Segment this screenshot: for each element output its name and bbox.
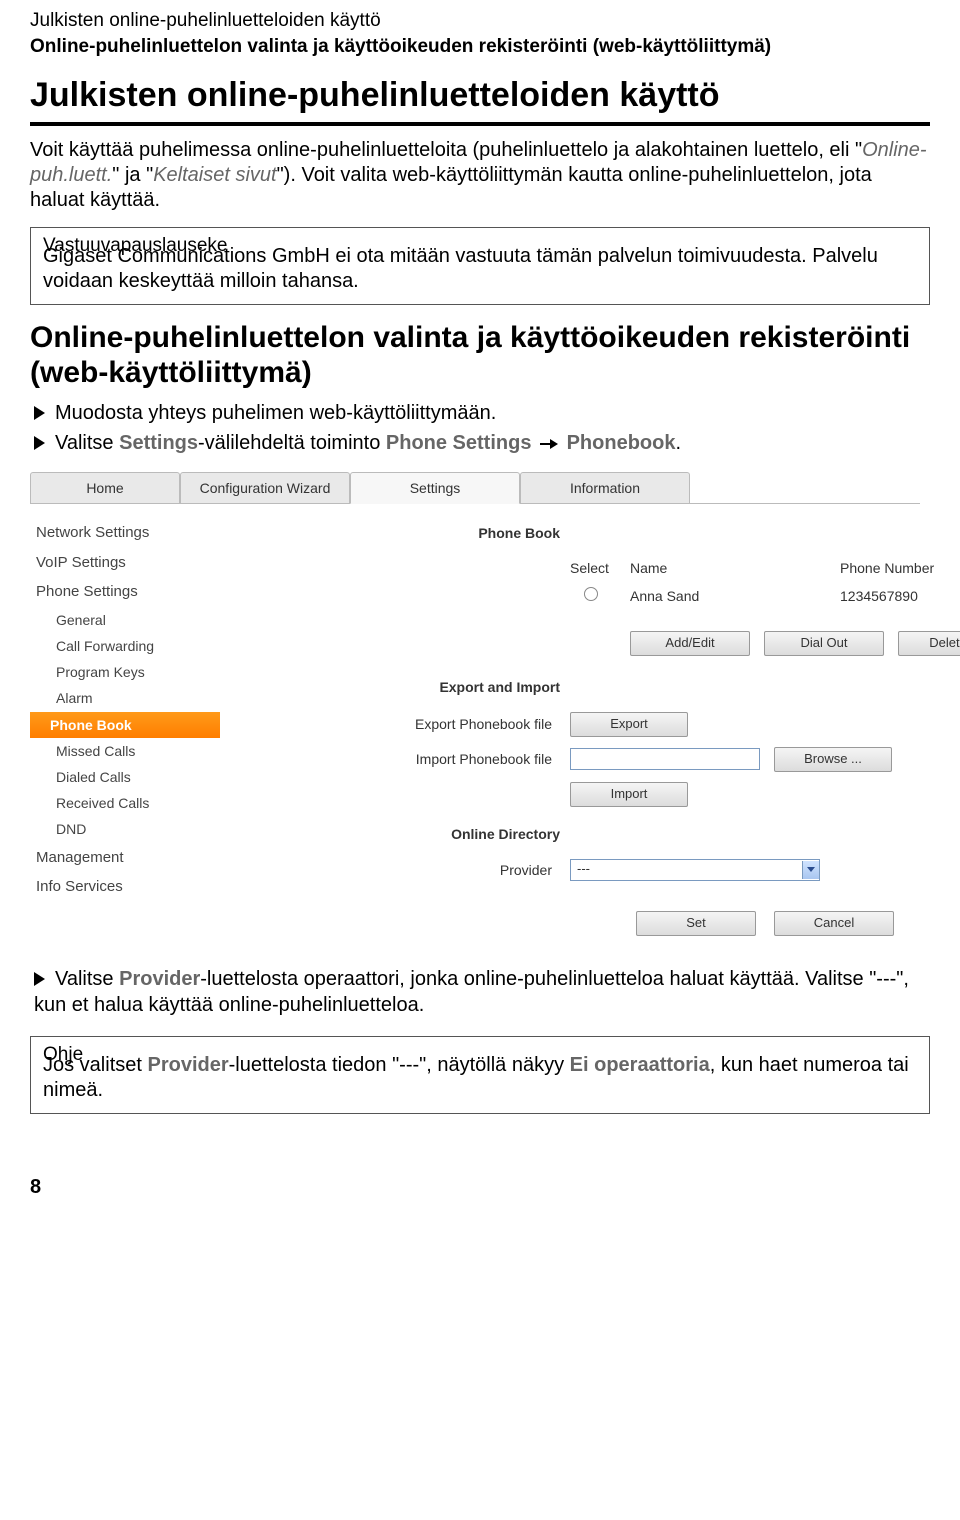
export-button[interactable]: Export: [570, 712, 688, 737]
triangle-bullet-icon: [34, 972, 45, 986]
hint-b: -luettelosta tiedon "---", näytöllä näky…: [229, 1054, 570, 1076]
row-name-value: Anna Sand: [630, 587, 840, 605]
step-2a: Valitse: [55, 432, 119, 454]
step-2: Valitse Settings-välilehdeltä toiminto P…: [34, 430, 930, 456]
step-1-text: Muodosta yhteys puhelimen web-käyttöliit…: [55, 402, 496, 424]
sidebar-item-network-settings[interactable]: Network Settings: [30, 518, 220, 548]
hint-a: Jos valitset: [43, 1054, 147, 1076]
step-2f: .: [675, 432, 681, 454]
sidebar-item-phone-settings[interactable]: Phone Settings: [30, 577, 220, 607]
export-label: Export Phonebook file: [250, 715, 570, 733]
intro-text: Voit käyttää puhelimessa online-puhelinl…: [30, 139, 862, 161]
disclaimer-body: Gigaset Communications GmbH ei ota mitää…: [43, 244, 917, 294]
provider-select[interactable]: ---: [570, 859, 820, 881]
intro-text-2: " ja ": [112, 164, 153, 186]
cancel-button[interactable]: Cancel: [774, 911, 894, 936]
tab-bar: Home Configuration Wizard Settings Infor…: [30, 470, 920, 504]
sidebar-item-received-calls[interactable]: Received Calls: [30, 790, 220, 816]
import-label: Import Phonebook file: [250, 750, 570, 768]
sidebar: Network Settings VoIP Settings Phone Set…: [30, 518, 220, 945]
step-2-settings: Settings: [119, 432, 198, 454]
step-2-phone-settings: Phone Settings: [386, 432, 532, 454]
arrow-right-icon: [540, 438, 558, 450]
step-1: Muodosta yhteys puhelimen web-käyttöliit…: [34, 400, 930, 426]
tab-home[interactable]: Home: [30, 472, 180, 503]
row-number-value: 1234567890: [840, 587, 960, 605]
import-file-input[interactable]: [570, 748, 760, 770]
provider-select-value: ---: [577, 861, 590, 878]
after-step-provider: Provider: [119, 968, 200, 990]
add-edit-button[interactable]: Add/Edit: [630, 631, 750, 656]
dial-out-button[interactable]: Dial Out: [764, 631, 884, 656]
hint-box: Ohje Jos valitset Provider-luettelosta t…: [30, 1036, 930, 1115]
provider-label: Provider: [250, 861, 570, 879]
running-header-line1: Julkisten online-puhelinluetteloiden käy…: [30, 10, 930, 33]
col-header-name: Name: [630, 559, 840, 577]
hint-body: Jos valitset Provider-luettelosta tiedon…: [43, 1053, 917, 1103]
sidebar-item-call-forwarding[interactable]: Call Forwarding: [30, 633, 220, 659]
sidebar-item-missed-calls[interactable]: Missed Calls: [30, 738, 220, 764]
online-directory-heading: Online Directory: [250, 819, 570, 849]
triangle-bullet-icon: [34, 406, 45, 420]
sidebar-item-voip-settings[interactable]: VoIP Settings: [30, 548, 220, 578]
sidebar-item-alarm[interactable]: Alarm: [30, 685, 220, 711]
col-header-phone: Phone Number: [840, 559, 960, 577]
phonebook-row: Anna Sand 1234567890: [250, 587, 960, 605]
sidebar-item-general[interactable]: General: [30, 607, 220, 633]
triangle-bullet-icon: [34, 436, 45, 450]
sidebar-item-dnd[interactable]: DND: [30, 816, 220, 842]
phonebook-heading: Phone Book: [250, 518, 570, 548]
intro-emph-2: Keltaiset sivut: [153, 164, 276, 186]
chevron-down-icon: [802, 861, 819, 879]
hint-no-operator: Ei operaattoria: [570, 1054, 710, 1076]
select-radio[interactable]: [584, 587, 598, 601]
running-header-line2: Online-puhelinluettelon valinta ja käytt…: [30, 35, 930, 60]
tab-information[interactable]: Information: [520, 472, 690, 503]
page-number: 8: [30, 1174, 930, 1200]
step-2c: -välilehdeltä toiminto: [198, 432, 386, 454]
hint-provider: Provider: [147, 1054, 228, 1076]
section-title: Online-puhelinluettelon valinta ja käytt…: [30, 321, 930, 390]
delete-button[interactable]: Delete: [898, 631, 960, 656]
sidebar-item-info-services[interactable]: Info Services: [30, 872, 220, 902]
sidebar-item-phone-book[interactable]: Phone Book: [30, 712, 220, 738]
set-button[interactable]: Set: [636, 911, 756, 936]
col-header-select: Select: [570, 559, 630, 577]
step-2-phonebook: Phonebook: [567, 432, 676, 454]
import-button[interactable]: Import: [570, 782, 688, 807]
sidebar-item-program-keys[interactable]: Program Keys: [30, 659, 220, 685]
content-panel: Phone Book Select Name Phone Number Anna…: [220, 518, 960, 945]
disclaimer-box: Vastuuvapauslauseke Gigaset Communicatio…: [30, 227, 930, 306]
tab-config-wizard[interactable]: Configuration Wizard: [180, 472, 350, 503]
sidebar-item-management[interactable]: Management: [30, 843, 220, 873]
intro-paragraph: Voit käyttää puhelimessa online-puhelinl…: [30, 138, 930, 213]
export-import-heading: Export and Import: [250, 672, 570, 702]
web-ui-screenshot: Home Configuration Wizard Settings Infor…: [30, 470, 920, 945]
after-step-1a: Valitse: [55, 968, 119, 990]
tab-settings[interactable]: Settings: [350, 472, 520, 504]
sidebar-item-dialed-calls[interactable]: Dialed Calls: [30, 764, 220, 790]
after-step-1: Valitse Provider-luettelosta operaattori…: [34, 966, 930, 1018]
browse-button[interactable]: Browse ...: [774, 747, 892, 772]
page-title: Julkisten online-puhelinluetteloiden käy…: [30, 73, 930, 125]
